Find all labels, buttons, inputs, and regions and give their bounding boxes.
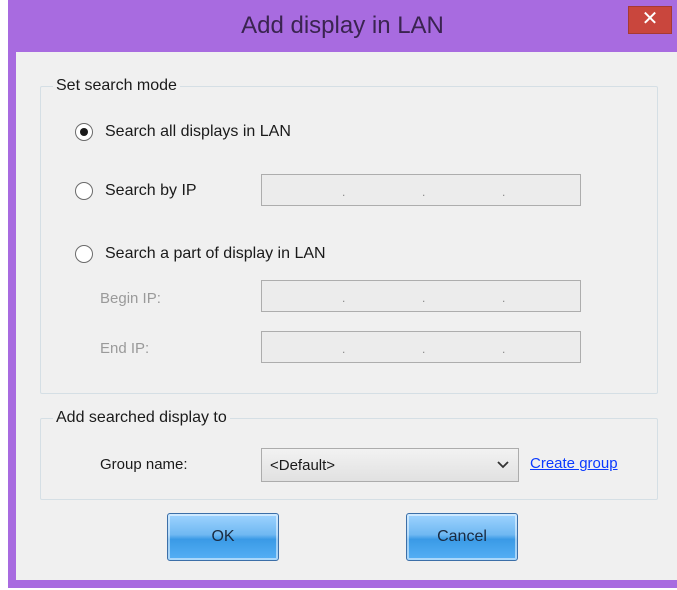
end-ip-field[interactable]: . . . xyxy=(261,331,581,363)
radio-button[interactable] xyxy=(75,245,93,263)
dialog-body: Set search mode Search all displays in L… xyxy=(16,52,677,580)
radio-label: Search by IP xyxy=(105,182,197,199)
radio-button[interactable] xyxy=(75,182,93,200)
close-button[interactable]: ✕ xyxy=(628,6,672,34)
radio-search-part[interactable]: Search a part of display in LAN xyxy=(75,245,326,263)
ip-separator: . xyxy=(502,342,506,356)
create-group-link[interactable]: Create group xyxy=(530,455,618,472)
ip-address-field[interactable]: . . . xyxy=(261,174,581,206)
ip-separator: . xyxy=(342,342,346,356)
ip-separator: . xyxy=(342,291,346,305)
begin-ip-field[interactable]: . . . xyxy=(261,280,581,312)
cancel-button[interactable]: Cancel xyxy=(406,513,518,561)
radio-search-by-ip[interactable]: Search by IP xyxy=(75,182,197,200)
radio-button[interactable] xyxy=(75,123,93,141)
dialog-window: Add display in LAN ✕ Set search mode Sea… xyxy=(8,0,677,588)
end-ip-label: End IP: xyxy=(100,340,150,357)
ip-separator: . xyxy=(502,291,506,305)
ip-separator: . xyxy=(342,185,346,199)
chevron-down-icon xyxy=(497,461,509,469)
radio-search-all[interactable]: Search all displays in LAN xyxy=(75,123,291,141)
title-bar[interactable]: Add display in LAN ✕ xyxy=(8,0,677,52)
radio-label: Search all displays in LAN xyxy=(105,123,291,140)
dialog-title: Add display in LAN xyxy=(241,12,444,39)
group-name-label: Group name: xyxy=(100,456,188,473)
ip-separator: . xyxy=(422,291,426,305)
ip-separator: . xyxy=(422,185,426,199)
add-to-legend: Add searched display to xyxy=(53,409,230,427)
ip-separator: . xyxy=(422,342,426,356)
ip-separator: . xyxy=(502,185,506,199)
group-name-value: <Default> xyxy=(270,457,336,474)
search-mode-legend: Set search mode xyxy=(53,77,180,95)
group-name-select[interactable]: <Default> xyxy=(261,448,519,482)
radio-label: Search a part of display in LAN xyxy=(105,245,326,262)
begin-ip-label: Begin IP: xyxy=(100,290,161,307)
ok-button[interactable]: OK xyxy=(167,513,279,561)
